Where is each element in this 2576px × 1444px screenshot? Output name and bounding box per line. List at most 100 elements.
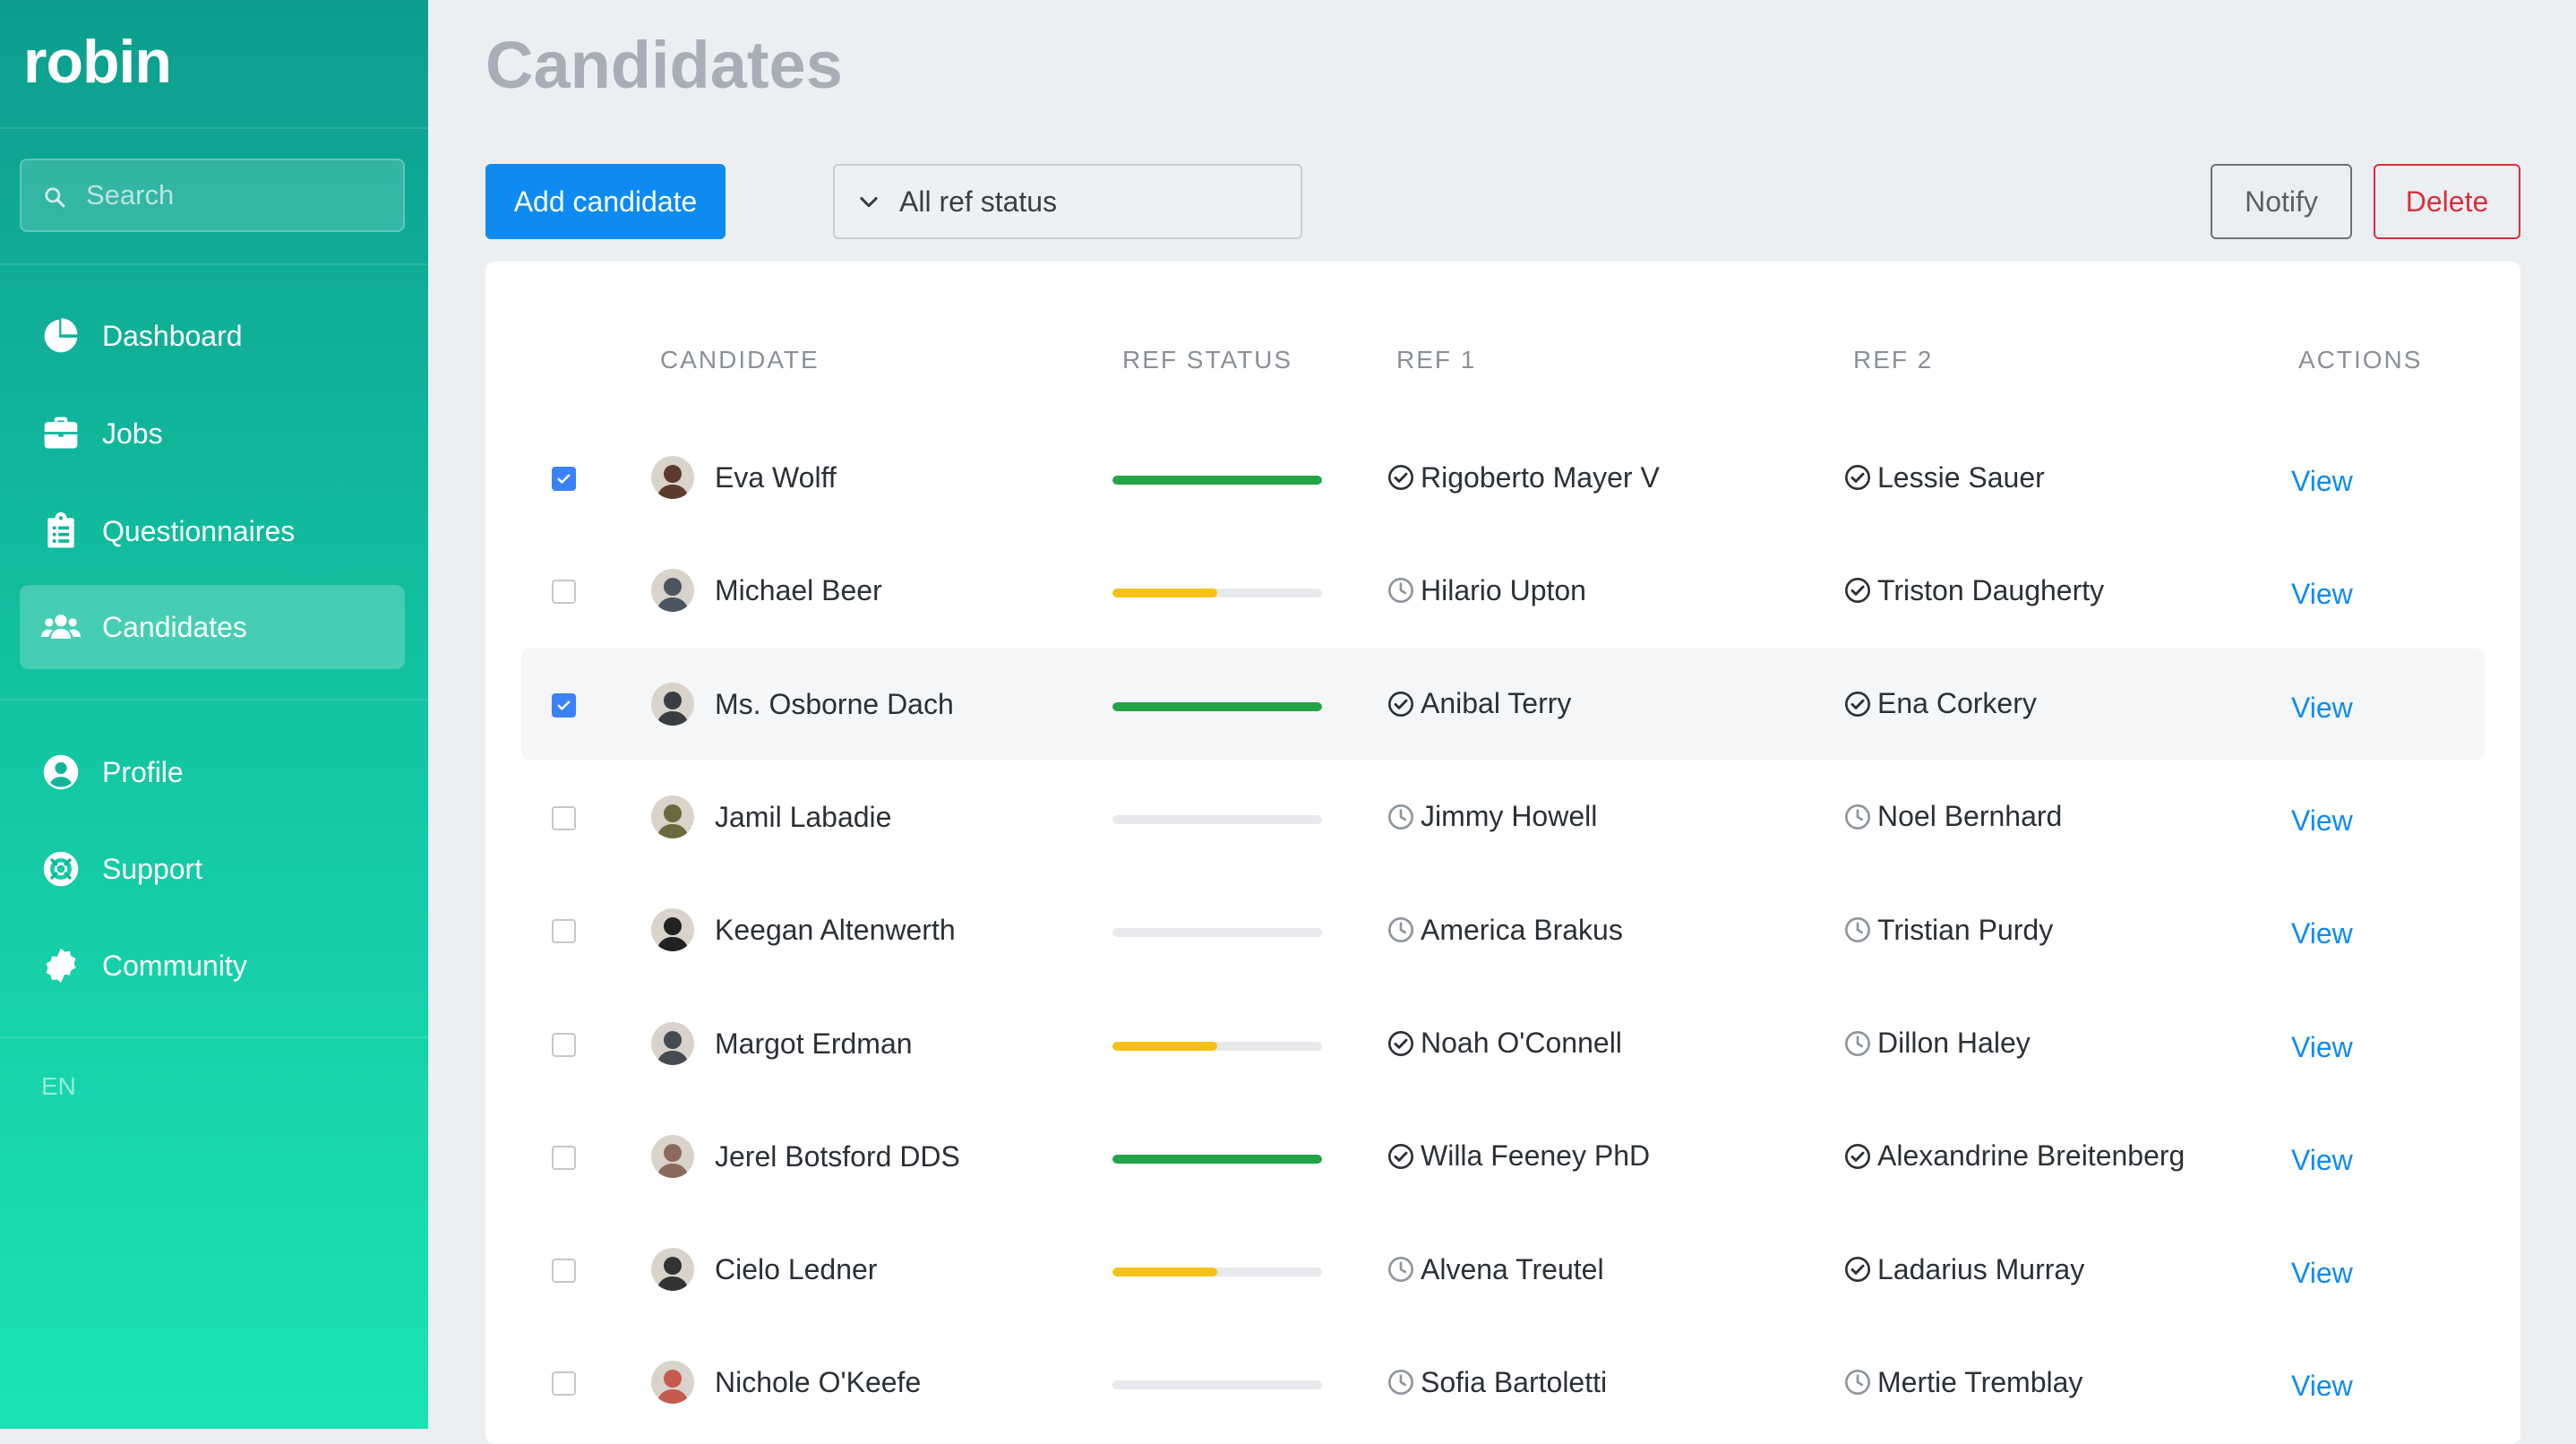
reference-name: Jimmy Howell — [1421, 800, 1598, 833]
candidate-name[interactable]: Michael Beer — [715, 535, 882, 646]
checkmark-icon — [557, 474, 571, 484]
row-checkbox[interactable] — [552, 1145, 576, 1170]
clock-icon — [1845, 917, 1870, 943]
clock-icon — [1388, 804, 1413, 829]
sidebar-item-label: Questionnaires — [102, 514, 296, 547]
reference-name: Noel Bernhard — [1877, 800, 2063, 833]
sidebar-item-dashboard[interactable]: Dashboard — [20, 294, 405, 378]
ref-status-fill — [1112, 589, 1217, 598]
sidebar-item-community[interactable]: Community — [20, 924, 405, 1008]
reference-1: Anibal Terry — [1387, 649, 1571, 760]
delete-button[interactable]: Delete — [2374, 164, 2520, 239]
view-link[interactable]: View — [2291, 1217, 2353, 1328]
candidate-name[interactable]: Margot Erdman — [715, 988, 913, 1099]
candidate-name[interactable]: Keegan Altenwerth — [715, 874, 956, 985]
check-circle-icon — [1845, 578, 1870, 604]
reference-2: Noel Bernhard — [1843, 761, 2062, 872]
candidate-name[interactable]: Nichole O'Keefe — [715, 1327, 921, 1438]
column-header-ref-1[interactable]: REF 1 — [1396, 346, 1476, 374]
row-checkbox[interactable] — [552, 805, 576, 830]
avatar — [651, 569, 694, 613]
candidate-name[interactable]: Jerel Botsford DDS — [715, 1101, 960, 1212]
chevron-down-icon — [860, 196, 878, 208]
notify-button[interactable]: Notify — [2211, 164, 2352, 239]
view-link[interactable]: View — [2291, 425, 2353, 537]
table-row: Jamil Labadie Jimmy Howell Noel Bernhard Vi… — [521, 761, 2485, 872]
candidate-name[interactable]: Eva Wolff — [715, 422, 837, 533]
reference-name: Ladarius Murray — [1877, 1252, 2085, 1285]
view-link[interactable]: View — [2291, 538, 2353, 649]
view-link[interactable]: View — [2291, 1104, 2353, 1216]
clock-icon — [1388, 1257, 1413, 1283]
search-placeholder: Search — [86, 179, 175, 211]
sidebar-item-support[interactable]: Support — [20, 827, 405, 911]
checkmark-icon — [557, 700, 571, 710]
table-row: Ms. Osborne Dach Anibal Terry Ena Corkery V… — [521, 648, 2485, 763]
sidebar-divider — [0, 699, 428, 701]
view-link[interactable]: View — [2291, 652, 2353, 763]
reference-2: Ena Corkery — [1843, 649, 2037, 760]
view-link[interactable]: View — [2291, 878, 2353, 989]
candidate-name[interactable]: Ms. Osborne Dach — [715, 649, 954, 760]
ref-status-bar — [1112, 928, 1322, 938]
reference-1: Rigoberto Mayer V — [1387, 422, 1660, 533]
row-checkbox[interactable] — [552, 580, 576, 605]
language-selector[interactable]: EN — [41, 1072, 76, 1101]
avatar — [651, 795, 694, 838]
table-row: Jerel Botsford DDS Willa Feeney PhD Alexan… — [521, 1101, 2485, 1212]
sidebar-item-label: Support — [102, 852, 203, 885]
table-row: Margot Erdman Noah O'Connell Dillon Haley V… — [521, 988, 2485, 1099]
sidebar-item-jobs[interactable]: Jobs — [20, 391, 405, 476]
avatar — [651, 1134, 694, 1178]
ref-status-fill — [1112, 1154, 1322, 1164]
reference-1: Sofia Bartoletti — [1387, 1327, 1607, 1438]
avatar — [651, 1361, 694, 1405]
row-checkbox[interactable] — [552, 467, 576, 491]
candidate-name[interactable]: Cielo Ledner — [715, 1214, 877, 1325]
users-icon — [41, 615, 81, 639]
column-header-ref-2: REF 2 — [1853, 346, 1934, 374]
candidate-name[interactable]: Jamil Labadie — [715, 761, 891, 872]
ref-status-fill — [1112, 701, 1322, 711]
ref-status-bar — [1112, 1154, 1322, 1164]
sidebar-item-questionnaires[interactable]: Questionnaires — [20, 489, 405, 573]
table-row: Nichole O'Keefe Sofia Bartoletti Mertie Tr… — [521, 1327, 2485, 1438]
reference-name: Triston Daugherty — [1877, 573, 2105, 606]
reference-1: America Brakus — [1387, 874, 1623, 985]
ref-status-bar — [1112, 476, 1322, 485]
reference-1: Alvena Treutel — [1387, 1214, 1604, 1325]
column-header-ref-status[interactable]: REF STATUS — [1122, 346, 1292, 374]
reference-name: Tristian Purdy — [1877, 913, 2054, 946]
ref-status-bar — [1112, 701, 1322, 711]
reference-2: Dillon Haley — [1843, 988, 2031, 1099]
clock-icon — [1388, 578, 1413, 604]
brand-logo[interactable]: robin — [23, 27, 172, 97]
reference-name: Alvena Treutel — [1421, 1252, 1604, 1285]
table-row: Michael Beer Hilario Upton Triston Daugher… — [521, 535, 2485, 646]
sidebar-item-profile[interactable]: Profile — [20, 730, 405, 814]
row-checkbox[interactable] — [552, 1371, 576, 1397]
reference-name: Noah O'Connell — [1421, 1027, 1622, 1059]
view-link[interactable]: View — [2291, 1330, 2353, 1441]
ref-status-filter[interactable]: All ref status — [833, 164, 1302, 239]
reference-name: Mertie Tremblay — [1877, 1365, 2083, 1398]
search-input[interactable]: Search — [20, 159, 405, 232]
briefcase-icon — [44, 417, 78, 449]
reference-2: Lessie Sauer — [1843, 422, 2045, 533]
add-candidate-button[interactable]: Add candidate — [485, 164, 726, 239]
row-checkbox[interactable] — [552, 1259, 576, 1284]
row-checkbox[interactable] — [552, 919, 576, 944]
row-checkbox[interactable] — [552, 692, 576, 718]
ref-status-bar — [1112, 589, 1322, 598]
sidebar-divider — [0, 1036, 428, 1038]
ref-status-fill — [1112, 1041, 1217, 1051]
column-header-candidate[interactable]: CANDIDATE — [660, 346, 820, 374]
clock-icon — [1845, 1030, 1870, 1056]
row-checkbox[interactable] — [552, 1032, 576, 1057]
avatar — [651, 908, 694, 952]
sidebar-item-candidates[interactable]: Candidates — [20, 585, 405, 669]
view-link[interactable]: View — [2291, 992, 2353, 1103]
ref-status-bar — [1112, 1380, 1322, 1390]
clock-icon — [1388, 1370, 1413, 1396]
view-link[interactable]: View — [2291, 765, 2353, 876]
